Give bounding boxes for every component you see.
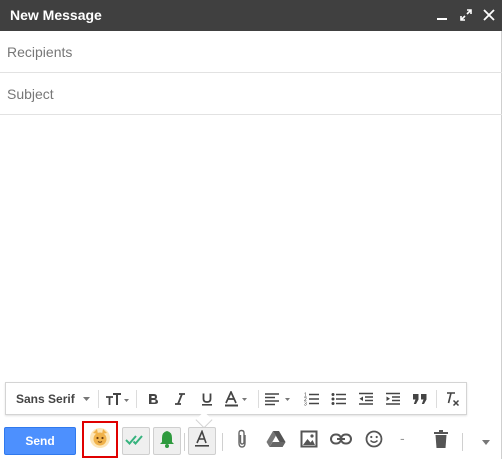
text-color-icon	[224, 391, 250, 407]
discard-draft-button[interactable]	[429, 429, 453, 453]
link-icon	[330, 432, 352, 450]
drive-button[interactable]	[264, 429, 288, 453]
drive-icon	[266, 430, 286, 453]
indent-more-icon	[385, 392, 401, 406]
toolbar-divider	[258, 390, 259, 408]
indent-less-button[interactable]	[354, 387, 378, 411]
svg-text:3: 3	[304, 402, 307, 407]
underline-icon	[200, 392, 214, 406]
action-divider	[462, 433, 463, 451]
message-body[interactable]	[0, 116, 502, 380]
compose-window: New Message Sans Serif	[0, 0, 502, 459]
close-icon[interactable]	[481, 7, 497, 23]
font-family-select[interactable]: Sans Serif	[12, 387, 94, 411]
more-options-button[interactable]	[474, 429, 498, 453]
formatting-toolbar: Sans Serif 1 2 3	[5, 382, 467, 429]
bold-icon	[146, 392, 160, 406]
send-button[interactable]: Send	[4, 427, 76, 455]
toolbar-divider	[436, 390, 437, 408]
subject-input[interactable]	[0, 73, 500, 114]
extension-avatar-icon	[89, 427, 111, 454]
formatting-toggle-icon	[194, 428, 210, 453]
extension-button[interactable]	[88, 427, 112, 454]
toolbar-divider	[98, 390, 99, 408]
formatting-toggle-button[interactable]	[188, 427, 216, 455]
bulleted-list-icon	[331, 392, 347, 406]
text-color-button[interactable]	[222, 387, 252, 411]
font-size-button[interactable]	[102, 387, 132, 411]
quote-button[interactable]	[408, 387, 432, 411]
chevron-down-icon	[82, 397, 90, 401]
remove-formatting-button[interactable]	[440, 387, 464, 411]
remove-formatting-icon	[444, 391, 460, 407]
align-button[interactable]	[262, 387, 296, 411]
font-size-icon	[105, 391, 129, 407]
expand-icon[interactable]	[458, 7, 474, 23]
quote-icon	[412, 393, 428, 405]
insert-photo-icon	[300, 430, 318, 453]
emoji-button[interactable]	[362, 429, 386, 453]
action-bar: Send -	[0, 419, 502, 459]
dash-label: -	[400, 430, 405, 446]
font-family-label: Sans Serif	[16, 392, 75, 406]
read-receipt-button[interactable]	[122, 427, 150, 455]
indent-more-button[interactable]	[381, 387, 405, 411]
bell-icon	[159, 430, 175, 453]
italic-button[interactable]	[168, 387, 192, 411]
attach-icon	[236, 429, 248, 454]
window-title: New Message	[10, 7, 102, 23]
action-divider	[222, 433, 223, 451]
numbered-list-icon: 1 2 3	[304, 392, 320, 406]
attach-button[interactable]	[230, 429, 254, 453]
bulleted-list-button[interactable]	[327, 387, 351, 411]
subject-row	[0, 73, 502, 115]
bold-button[interactable]	[141, 387, 165, 411]
underline-button[interactable]	[195, 387, 219, 411]
action-divider	[184, 433, 185, 451]
double-check-icon	[125, 432, 147, 451]
italic-icon	[173, 392, 187, 406]
toolbar-divider	[136, 390, 137, 408]
indent-less-icon	[358, 392, 374, 406]
link-button[interactable]	[329, 429, 353, 453]
align-icon	[264, 392, 294, 406]
emoji-icon	[365, 430, 383, 453]
trash-icon	[434, 429, 448, 453]
reminder-button[interactable]	[153, 427, 181, 455]
recipients-row	[0, 31, 502, 73]
more-options-icon	[482, 432, 490, 450]
title-bar[interactable]: New Message	[0, 0, 502, 31]
insert-photo-button[interactable]	[297, 429, 321, 453]
recipients-input[interactable]	[0, 31, 500, 72]
numbered-list-button[interactable]: 1 2 3	[300, 387, 324, 411]
minimize-icon[interactable]	[434, 7, 450, 23]
